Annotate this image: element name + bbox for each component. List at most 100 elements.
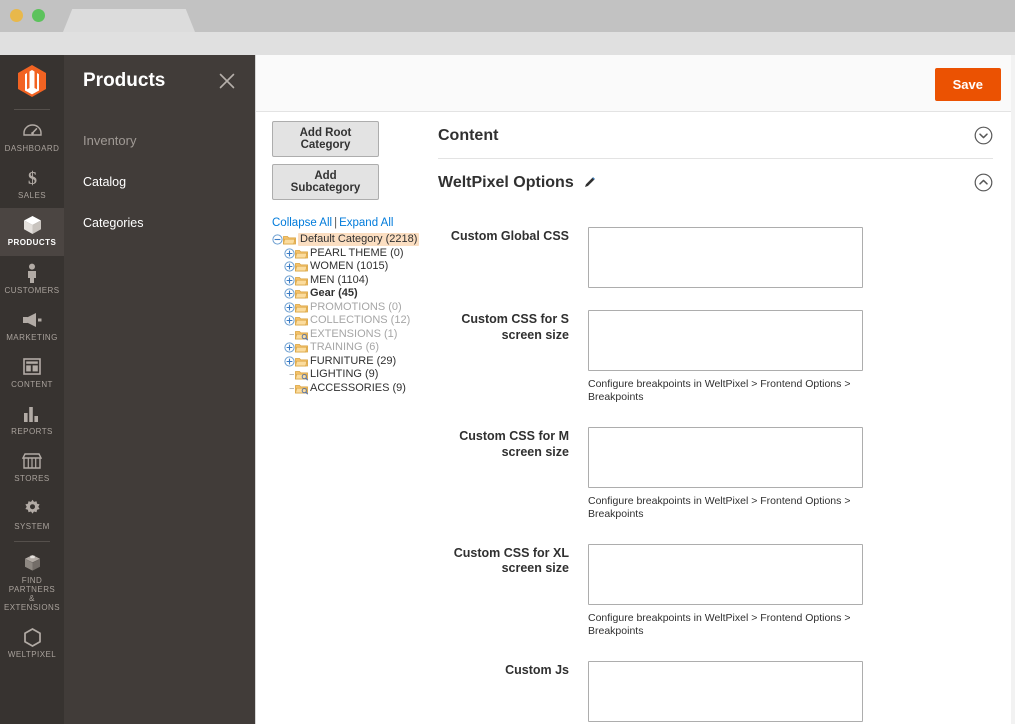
expand-node-icon[interactable] — [284, 342, 295, 353]
category-tree-node-label[interactable]: PEARL THEME (0) — [310, 247, 404, 260]
sidebar-label: Customers — [4, 285, 60, 295]
textarea-custom-css-for-m-screen-size[interactable] — [588, 426, 863, 488]
textarea-custom-css-for-s-screen-size[interactable] — [588, 310, 863, 371]
form-field-control — [588, 227, 993, 288]
browser-toolbar — [0, 32, 1015, 55]
content-section-header[interactable]: Content — [438, 112, 993, 159]
sidebar-item-dashboard[interactable]: Dashboard — [0, 114, 64, 161]
category-tree-node-label[interactable]: Default Category (2218) — [298, 233, 420, 246]
bar-chart-icon — [2, 404, 62, 424]
flyout-item-catalog[interactable]: Catalog — [83, 175, 255, 189]
category-tree-node-label[interactable]: Gear (45) — [310, 287, 358, 300]
expand-node-icon[interactable] — [284, 301, 295, 313]
browser-tab[interactable] — [63, 9, 195, 32]
chevron-up-icon[interactable] — [974, 173, 993, 192]
category-tree-node-label[interactable]: WOMEN (1015) — [310, 260, 388, 273]
sidebar-label: Content — [11, 379, 53, 389]
form-field-label: Custom CSS for M screen size — [459, 428, 569, 459]
browser-chrome — [0, 0, 1015, 32]
section-title-content: Content — [438, 126, 499, 144]
weltpixel-section-header[interactable]: WeltPixel Options — [438, 159, 993, 205]
textarea-custom-css-for-xl-screen-size[interactable] — [588, 543, 863, 605]
category-tree-node-label[interactable]: MEN (1104) — [310, 274, 368, 287]
form-field: Custom CSS for S screen size Configure br… — [438, 310, 993, 405]
minimize-button[interactable] — [10, 9, 23, 22]
collapse-all-link[interactable]: Collapse All — [272, 217, 332, 229]
dollar-icon: $ — [2, 168, 62, 188]
magento-logo[interactable] — [0, 55, 64, 107]
sidebar-item-content[interactable]: Content — [0, 350, 64, 397]
sidebar-item-customers[interactable]: Customers — [0, 256, 64, 303]
page-body: Add Root Category Add Subcategory Collap… — [256, 112, 1015, 724]
category-tree-node[interactable]: WOMEN (1015) — [284, 260, 426, 273]
textarea-custom-js[interactable] — [588, 660, 863, 722]
admin-sidebar: Dashboard $ Sales Products Customers Mar… — [0, 55, 64, 724]
category-tree-node[interactable]: COLLECTIONS (12) — [284, 314, 426, 327]
save-button[interactable]: Save — [934, 68, 1001, 101]
page-scrollbar[interactable] — [1011, 55, 1015, 724]
category-tree-node-label[interactable]: FURNITURE (29) — [310, 355, 396, 368]
close-icon[interactable] — [217, 71, 237, 91]
expand-node-icon[interactable] — [284, 288, 295, 299]
category-tree-node[interactable]: Default Category (2218) — [272, 233, 426, 246]
sidebar-item-products[interactable]: Products — [0, 208, 64, 256]
add-subcategory-button[interactable]: Add Subcategory — [272, 164, 379, 200]
expand-node-icon[interactable] — [284, 355, 295, 367]
category-tree-node-label[interactable]: PROMOTIONS (0) — [310, 301, 402, 314]
sidebar-item-system[interactable]: System — [0, 492, 64, 539]
category-tree-node[interactable]: TRAINING (6) — [284, 341, 426, 354]
person-icon — [2, 263, 62, 283]
category-tree-node-label[interactable]: EXTENSIONS (1) — [310, 328, 397, 341]
folder-icon — [295, 288, 308, 299]
pencil-icon[interactable] — [583, 176, 596, 189]
category-tree-node-label[interactable]: COLLECTIONS (12) — [310, 314, 410, 327]
folder-icon — [295, 315, 308, 326]
section-title-weltpixel: WeltPixel Options — [438, 174, 596, 192]
leaf-node-icon — [284, 369, 295, 380]
collapse-node-icon[interactable] — [272, 234, 283, 245]
expand-node-icon[interactable] — [284, 274, 295, 286]
form-field-control: Configure breakpoints in WeltPixel > Fro… — [588, 426, 993, 522]
form-field-label: Custom Js — [505, 662, 569, 677]
category-tree-node[interactable]: PROMOTIONS (0) — [284, 301, 426, 314]
category-tree-node-label[interactable]: TRAINING (6) — [310, 341, 379, 354]
category-tree-node[interactable]: PEARL THEME (0) — [284, 247, 426, 260]
sidebar-label: Marketing — [6, 332, 58, 342]
sidebar-item-reports[interactable]: Reports — [0, 397, 64, 444]
sidebar-label: Sales — [17, 191, 47, 201]
flyout-item-categories[interactable]: Categories — [83, 216, 255, 230]
category-tree-node-label[interactable]: ACCESSORIES (9) — [310, 382, 406, 395]
form-field: Custom CSS for M screen size Configure br… — [438, 426, 993, 522]
sidebar-item-marketing[interactable]: Marketing — [0, 303, 64, 350]
chevron-down-icon[interactable] — [974, 126, 993, 145]
sidebar-label: Find Partners & Extensions — [3, 575, 61, 613]
add-root-category-button[interactable]: Add Root Category — [272, 121, 379, 157]
expand-all-link[interactable]: Expand All — [339, 217, 393, 229]
category-tree-node[interactable]: LIGHTING (9) — [284, 368, 426, 381]
textarea-custom-global-css[interactable] — [588, 227, 863, 288]
category-tree-node[interactable]: Gear (45) — [284, 287, 426, 300]
category-tree: Default Category (2218) PEARL THEME (0) WO… — [272, 233, 426, 395]
category-tree-node[interactable]: EXTENSIONS (1) — [284, 328, 426, 341]
category-tree-node-label[interactable]: LIGHTING (9) — [310, 368, 378, 381]
category-tree-node[interactable]: MEN (1104) — [284, 274, 426, 287]
expand-node-icon[interactable] — [284, 261, 295, 272]
leaf-node-icon — [284, 383, 295, 394]
category-tree-node[interactable]: ACCESSORIES (9) — [284, 382, 426, 395]
sidebar-item-weltpixel[interactable]: Weltpixel — [0, 620, 64, 667]
folder-search-icon — [295, 369, 308, 381]
form-field-control: Configure breakpoints in WeltPixel > Fro… — [588, 543, 993, 639]
form-field-note: Configure breakpoints in WeltPixel > Fro… — [588, 611, 851, 638]
puzzle-box-icon — [2, 553, 62, 573]
expand-node-icon[interactable] — [284, 247, 295, 259]
maximize-button[interactable] — [32, 9, 45, 22]
expand-node-icon[interactable] — [284, 315, 295, 326]
category-tree-node[interactable]: FURNITURE (29) — [284, 355, 426, 368]
sidebar-item-sales[interactable]: $ Sales — [0, 161, 64, 208]
svg-text:$: $ — [28, 168, 37, 188]
sidebar-label: Products — [7, 238, 57, 248]
sidebar-item-stores[interactable]: Stores — [0, 444, 64, 491]
sidebar-item-find-partners[interactable]: Find Partners & Extensions — [0, 546, 64, 621]
folder-icon — [295, 342, 308, 353]
gear-icon — [2, 499, 62, 519]
